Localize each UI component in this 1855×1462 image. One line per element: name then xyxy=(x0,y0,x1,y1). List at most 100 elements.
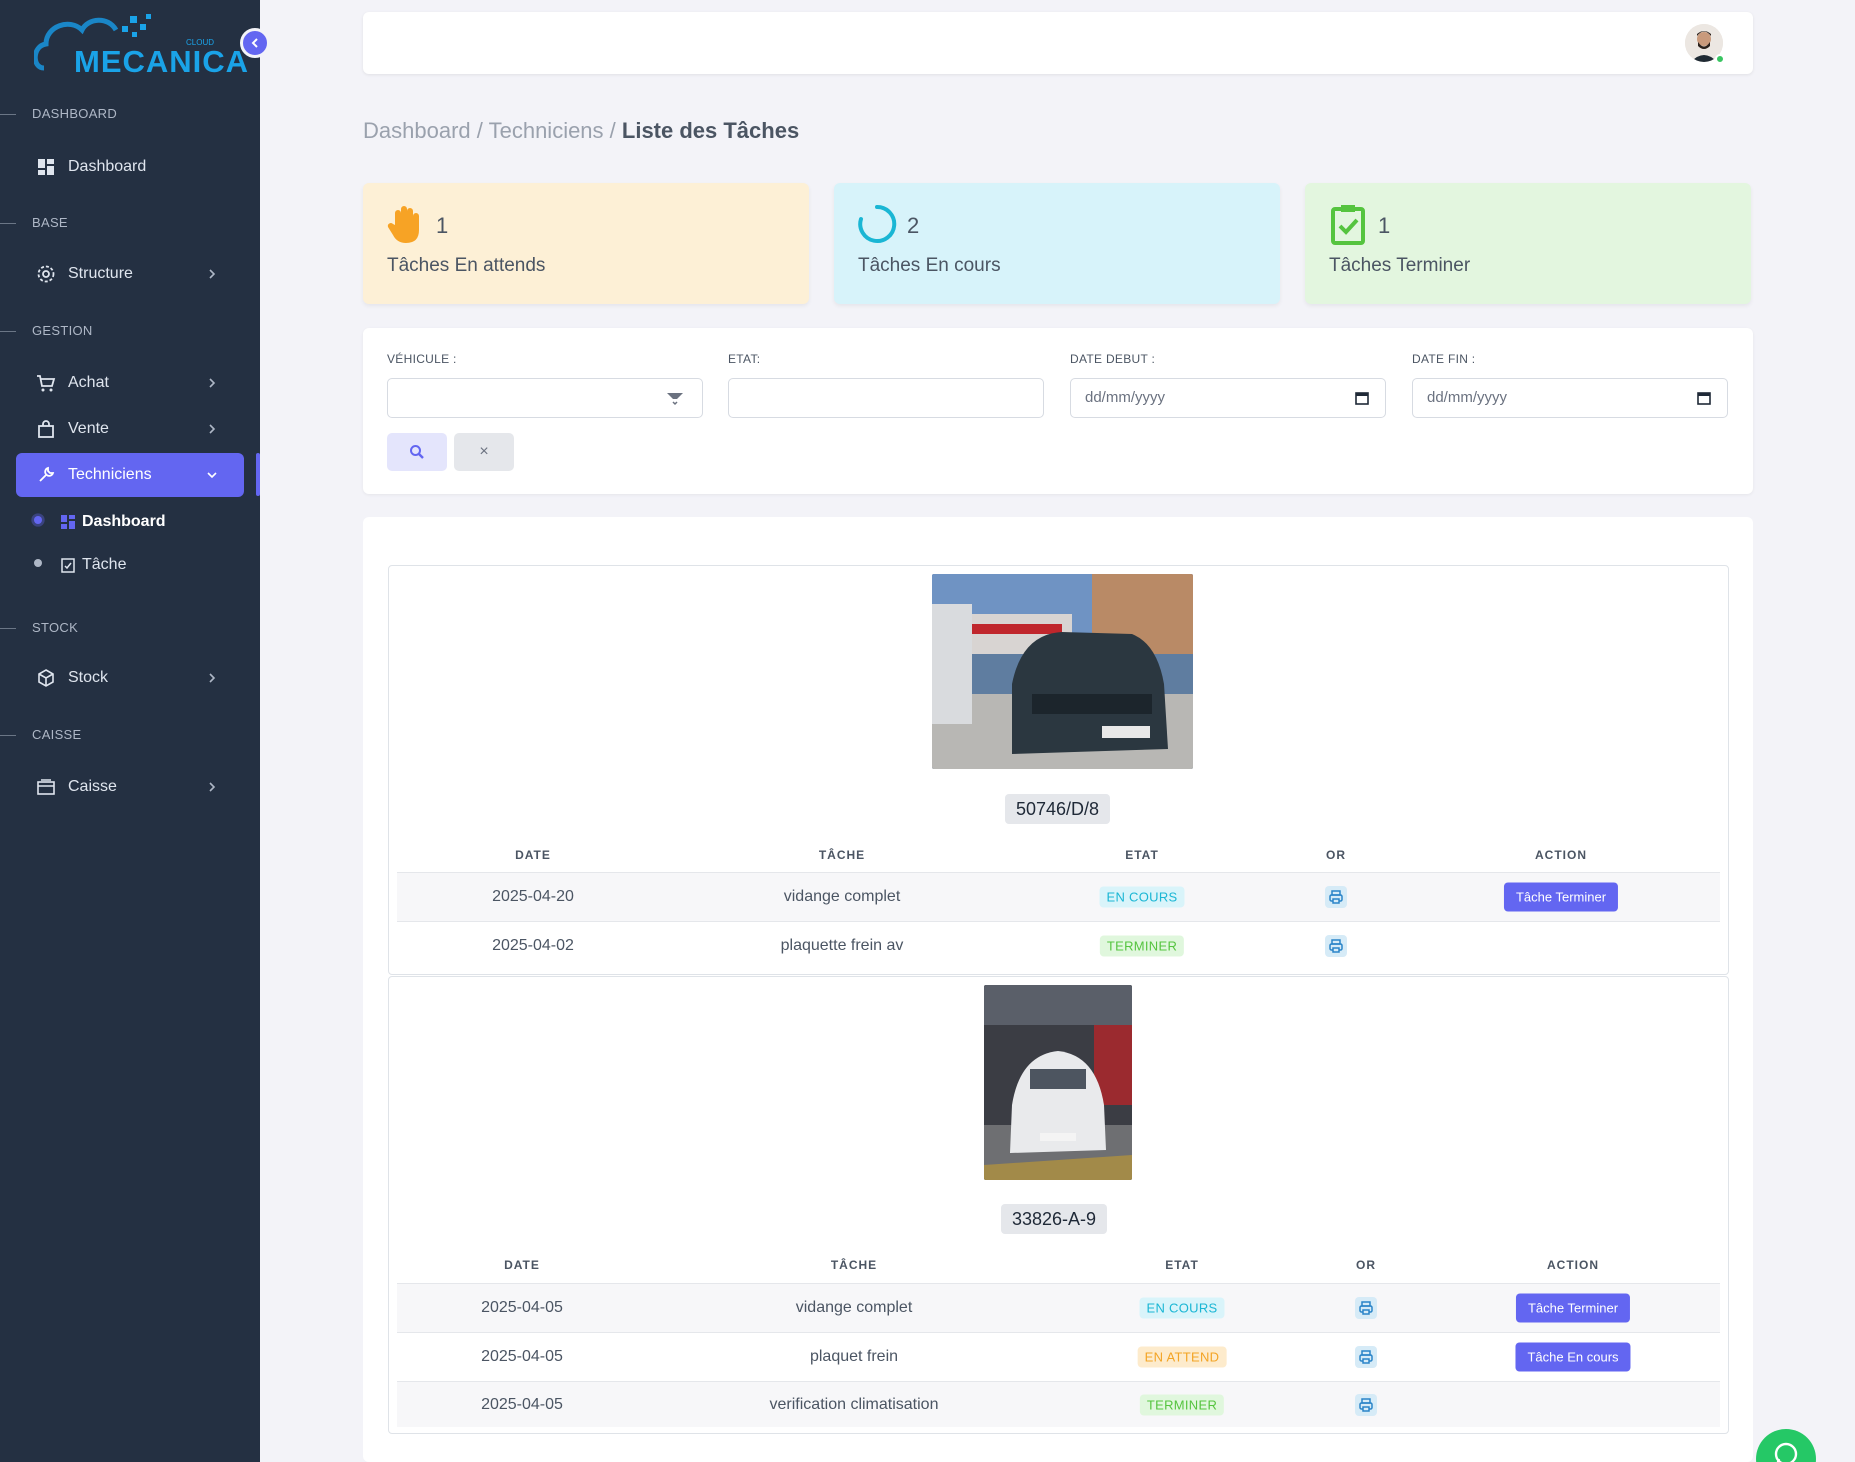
sidebar-item-techniciens[interactable]: Techniciens xyxy=(16,453,244,497)
sidebar-item-label: Techniciens xyxy=(68,466,152,483)
clipboard-check-icon xyxy=(1331,205,1365,245)
chevron-right-icon xyxy=(209,424,216,434)
whatsapp-button[interactable] xyxy=(1756,1429,1816,1462)
sidebar-subitem-label: Dashboard xyxy=(82,513,166,530)
breadcrumb-techniciens[interactable]: Techniciens xyxy=(489,118,604,143)
sidebar-item-stock[interactable]: Stock xyxy=(16,656,244,700)
car-photo-icon xyxy=(984,985,1132,1180)
active-indicator xyxy=(256,453,260,496)
date-placeholder: dd/mm/yyyy xyxy=(1085,389,1166,406)
stat-label: Tâches Terminer xyxy=(1329,255,1471,276)
tache-en-cours-button[interactable]: Tâche En cours xyxy=(1515,1342,1631,1372)
col-header-tache: TÂCHE xyxy=(818,848,866,862)
date-debut-input[interactable]: dd/mm/yyyy xyxy=(1070,378,1386,418)
sidebar-item-label: Stock xyxy=(68,669,109,686)
col-header-date: DATE xyxy=(515,848,551,862)
wrench-icon xyxy=(39,466,55,482)
tache-terminer-button[interactable]: Tâche Terminer xyxy=(1503,882,1619,912)
status-badge: TERMINER xyxy=(1099,935,1185,956)
logo-subtext: CLOUD xyxy=(186,38,215,47)
logo[interactable]: MECANICA CLOUD xyxy=(34,10,248,84)
cell-date: 2025-04-02 xyxy=(492,936,574,954)
col-header-etat: ETAT xyxy=(1165,1258,1199,1272)
date-fin-input[interactable]: dd/mm/yyyy xyxy=(1412,378,1728,418)
stat-label: Tâches En cours xyxy=(858,255,1001,276)
cell-task: plaquet frein xyxy=(809,1348,899,1365)
vehicle-card: 50746/D/8 DATE TÂCHE ETAT OR ACTION 2025… xyxy=(388,565,1729,975)
top-navbar xyxy=(363,12,1753,74)
col-header-or: OR xyxy=(1356,1258,1376,1272)
cell-date: 2025-04-05 xyxy=(481,1395,563,1413)
print-or-button[interactable] xyxy=(1325,886,1347,908)
chevron-right-icon xyxy=(209,782,216,792)
sidebar: MECANICA CLOUD DASHBOARD Dashboard BASE … xyxy=(0,0,270,1462)
col-header-action: ACTION xyxy=(1535,848,1587,862)
dashboard-icon xyxy=(61,515,75,529)
printer-icon xyxy=(1359,1350,1373,1364)
vehicle-photo xyxy=(984,985,1132,1180)
print-or-button[interactable] xyxy=(1355,1297,1377,1319)
breadcrumb-dashboard[interactable]: Dashboard xyxy=(363,118,471,143)
status-badge: EN COURS xyxy=(1099,886,1185,908)
vehicule-label: VÉHICULE : xyxy=(387,352,457,366)
stat-count: 2 xyxy=(907,213,920,238)
table-row: 2025-04-20 vidange complet EN COURS Tâch… xyxy=(397,872,1720,921)
status-badge: TERMINER xyxy=(1139,1394,1225,1415)
col-header-action: ACTION xyxy=(1547,1258,1599,1272)
hand-icon xyxy=(387,206,419,243)
collapse-sidebar-button[interactable] xyxy=(240,28,270,58)
etat-select[interactable] xyxy=(728,378,1044,418)
search-icon xyxy=(410,445,424,459)
col-header-date: DATE xyxy=(504,1258,540,1272)
calendar-icon[interactable] xyxy=(1697,391,1711,405)
page-title: Liste des Tâches xyxy=(621,118,800,143)
clear-filters-button[interactable]: × xyxy=(454,433,514,471)
cell-date: 2025-04-05 xyxy=(481,1348,563,1365)
print-or-button[interactable] xyxy=(1355,1346,1377,1368)
sidebar-item-vente[interactable]: Vente xyxy=(16,407,244,451)
filter-panel: VÉHICULE : ETAT: DATE DEBUT : dd/mm/yyyy… xyxy=(363,328,1753,494)
print-or-button[interactable] xyxy=(1325,934,1347,957)
sidebar-subitem-tache[interactable]: Tâche xyxy=(30,550,126,580)
table-row: 2025-04-05 vidange complet EN COURS Tâch… xyxy=(397,1283,1720,1332)
sidebar-item-dashboard[interactable]: Dashboard xyxy=(16,145,244,189)
status-badge: EN ATTEND xyxy=(1137,1346,1227,1368)
search-button[interactable] xyxy=(387,433,447,471)
filter-dropdown-icon xyxy=(667,393,683,406)
col-header-or: OR xyxy=(1326,848,1346,862)
sidebar-item-label: Vente xyxy=(68,420,109,437)
chevron-down-icon xyxy=(207,472,217,479)
breadcrumb: Dashboard / Techniciens / Liste des Tâch… xyxy=(363,118,799,144)
section-caisse: CAISSE xyxy=(0,727,81,747)
tache-terminer-button[interactable]: Tâche Terminer xyxy=(1515,1293,1631,1323)
col-header-tache: TÂCHE xyxy=(830,1258,878,1272)
section-base: BASE xyxy=(0,215,68,235)
vehicle-plate: 33826-A-9 xyxy=(1001,1204,1108,1234)
vehicle-photo xyxy=(932,574,1193,769)
table-row: 2025-04-05 verification climatisation TE… xyxy=(397,1381,1720,1427)
date-fin-label: DATE FIN : xyxy=(1412,352,1476,366)
calendar-icon[interactable] xyxy=(1355,391,1369,405)
car-photo-icon xyxy=(932,574,1193,769)
sidebar-item-label: Achat xyxy=(68,374,109,391)
close-icon: × xyxy=(479,443,489,460)
section-dashboard: DASHBOARD xyxy=(0,106,117,126)
stat-count: 1 xyxy=(436,213,449,238)
print-or-button[interactable] xyxy=(1355,1393,1377,1416)
sidebar-item-structure[interactable]: Structure xyxy=(16,252,244,296)
section-gestion: GESTION xyxy=(0,323,93,343)
sidebar-item-label: Caisse xyxy=(68,778,117,795)
online-status-dot xyxy=(1715,54,1725,64)
vehicule-select[interactable] xyxy=(387,378,703,418)
spinner-icon xyxy=(858,204,897,243)
table-row: 2025-04-05 plaquet frein EN ATTEND Tâche… xyxy=(397,1332,1720,1381)
status-badge: EN COURS xyxy=(1139,1297,1225,1319)
sidebar-item-achat[interactable]: Achat xyxy=(16,361,244,405)
sidebar-item-caisse[interactable]: Caisse xyxy=(16,765,244,809)
task-list-panel: 50746/D/8 DATE TÂCHE ETAT OR ACTION 2025… xyxy=(363,517,1753,1462)
cart-icon xyxy=(37,375,56,392)
date-placeholder: dd/mm/yyyy xyxy=(1427,389,1508,406)
sidebar-subitem-dashboard[interactable]: Dashboard xyxy=(30,507,166,537)
sidebar-subitem-label: Tâche xyxy=(82,556,127,573)
cell-date: 2025-04-20 xyxy=(492,888,574,905)
